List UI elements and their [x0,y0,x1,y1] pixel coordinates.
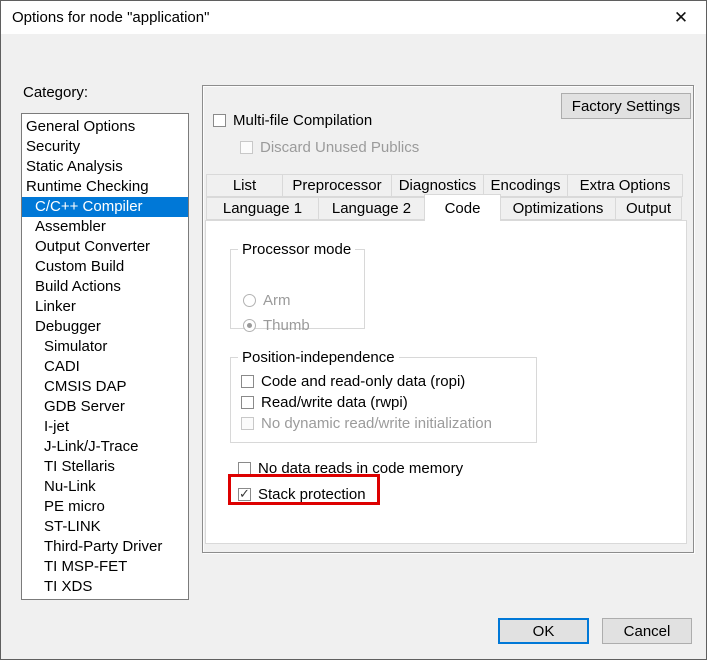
category-item[interactable]: Build Actions [22,277,188,297]
category-label: Category: [23,84,88,101]
tab-row-2: Language 1Language 2CodeOptimizationsOut… [206,197,682,220]
category-item[interactable]: Debugger [22,317,188,337]
position-independence-checkbox[interactable]: No dynamic read/write initialization [241,413,492,434]
category-item[interactable]: Linker [22,297,188,317]
position-independence-checkbox[interactable]: Code and read-only data (ropi) [241,371,492,392]
category-item[interactable]: TI MSP-FET [22,557,188,577]
category-item[interactable]: Custom Build [22,257,188,277]
multi-file-compilation-checkbox[interactable]: Multi-file Compilation [213,112,372,129]
category-item[interactable]: General Options [22,117,188,137]
processor-mode-title: Processor mode [238,241,355,258]
tab[interactable]: Optimizations [500,197,616,220]
position-independence-checkbox[interactable]: Read/write data (rwpi) [241,392,492,413]
cancel-button[interactable]: Cancel [602,618,692,644]
category-item[interactable]: TI XDS [22,577,188,597]
radio-icon [243,294,256,307]
category-item[interactable]: I-jet [22,417,188,437]
checkbox-icon [238,462,251,475]
position-independence-title: Position-independence [238,349,399,366]
tab[interactable]: Preprocessor [282,174,392,197]
tab[interactable]: Output [615,197,682,220]
checkbox-icon [240,141,253,154]
tab[interactable]: Language 1 [206,197,319,220]
factory-settings-button[interactable]: Factory Settings [561,93,691,119]
category-item[interactable]: CMSIS DAP [22,377,188,397]
discard-unused-publics-checkbox: Discard Unused Publics [240,139,419,156]
category-item[interactable]: Simulator [22,337,188,357]
category-item[interactable]: GDB Server [22,397,188,417]
category-item[interactable]: CADI [22,357,188,377]
arm-radio: Arm [243,292,291,309]
thumb-radio: Thumb [243,317,310,334]
processor-mode-group: Processor mode Arm Thumb [230,249,365,329]
code-tab-page: Processor mode Arm Thumb Position-indepe… [205,220,687,544]
category-item[interactable]: C/C++ Compiler [22,197,188,217]
position-independence-group: Position-independence Code and read-only… [230,357,537,443]
category-item[interactable]: Third-Party Driver [22,537,188,557]
tab[interactable]: Language 2 [318,197,425,220]
radio-icon [243,319,256,332]
options-dialog: Options for node "application" ✕ Categor… [0,0,707,660]
category-item[interactable]: Security [22,137,188,157]
checkbox-icon [241,417,254,430]
ok-button[interactable]: OK [498,618,589,644]
titlebar: Options for node "application" ✕ [1,1,706,34]
checkbox-icon [241,375,254,388]
checkbox-icon [238,488,251,501]
tab[interactable]: List [206,174,283,197]
category-item[interactable]: PE micro [22,497,188,517]
dialog-title: Options for node "application" [12,1,209,34]
category-item[interactable]: Nu-Link [22,477,188,497]
category-listbox[interactable]: General OptionsSecurityStatic AnalysisRu… [21,113,189,600]
tab[interactable]: Code [424,194,501,221]
category-item[interactable]: Runtime Checking [22,177,188,197]
category-item[interactable]: Static Analysis [22,157,188,177]
category-item[interactable]: ST-LINK [22,517,188,537]
checkbox-icon [213,114,226,127]
no-data-reads-checkbox[interactable]: No data reads in code memory [238,460,463,477]
close-icon[interactable]: ✕ [664,1,698,34]
category-item[interactable]: Assembler [22,217,188,237]
category-item[interactable]: Output Converter [22,237,188,257]
category-item[interactable]: TI Stellaris [22,457,188,477]
checkbox-icon [241,396,254,409]
tab[interactable]: Extra Options [567,174,683,197]
stack-protection-checkbox[interactable]: Stack protection [238,486,366,503]
category-item[interactable]: J-Link/J-Trace [22,437,188,457]
